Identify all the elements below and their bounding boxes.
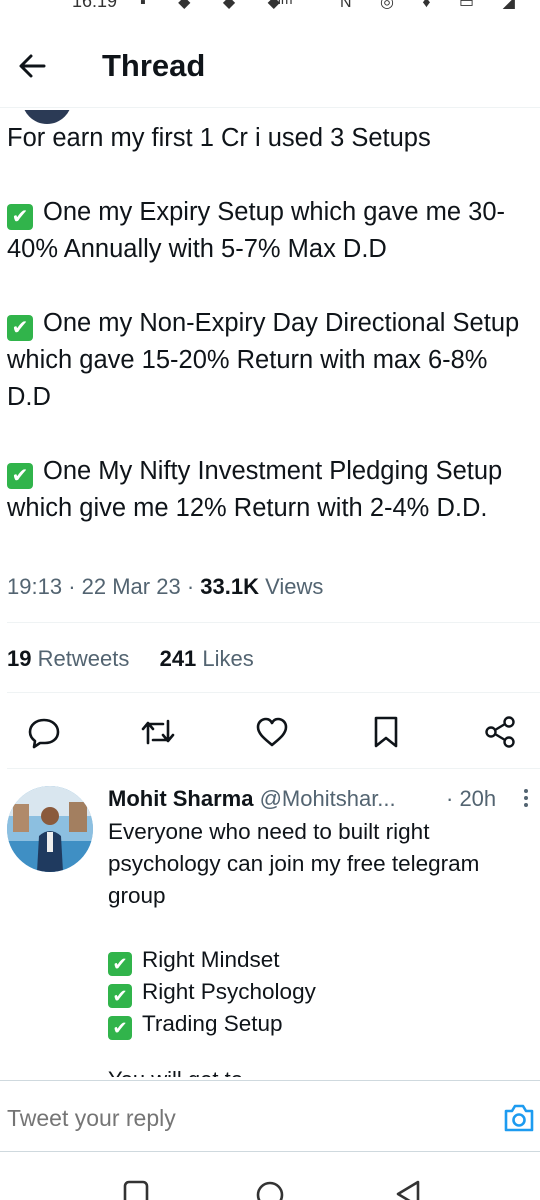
more-vertical-icon [524, 789, 528, 807]
retweet-button[interactable] [138, 712, 178, 752]
tweet-point: ✔ One My Nifty Investment Pledging Setup … [7, 457, 503, 522]
back-nav-button[interactable] [388, 1178, 428, 1200]
status-right-icons: N ◎ ♦ ▭ ◢ ▮ [340, 0, 540, 11]
recent-apps-button[interactable] [116, 1178, 156, 1200]
recent-apps-icon [123, 1180, 149, 1200]
avatar-photo [7, 786, 93, 872]
status-carrier: elm [270, 0, 293, 7]
status-bar: 16:19 ▪ ◆ ◆ ◆ elm N ◎ ♦ ▭ ◢ ▮ [0, 0, 540, 14]
divider [7, 768, 540, 769]
tweet-text: For earn my first 1 Cr i used 3 Setups ✔… [7, 120, 527, 527]
tweet-intro: For earn my first 1 Cr i used 3 Setups [7, 124, 431, 152]
arrow-left-icon [19, 54, 46, 78]
reply-point: ✔ Trading Setup [108, 1008, 528, 1040]
reply-composer [0, 1080, 540, 1152]
divider [7, 622, 540, 623]
reply-time[interactable]: · 20h [446, 786, 496, 812]
share-button[interactable] [480, 712, 520, 752]
like-button[interactable] [252, 712, 292, 752]
check-emoji-icon: ✔ [7, 315, 33, 341]
reply-input[interactable] [7, 1105, 447, 1132]
status-time: 16:19 [72, 0, 118, 11]
reply-point: ✔ Right Mindset [108, 944, 528, 976]
like-icon [256, 717, 288, 747]
check-emoji-icon: ✔ [108, 1016, 132, 1040]
share-icon [485, 716, 515, 748]
reply-text: Everyone who need to built right psychol… [108, 816, 528, 1040]
back-button[interactable] [14, 50, 50, 82]
tweet-meta: 19:13 · 22 Mar 23 · 33.1K Views [7, 574, 324, 599]
views-label: Views [265, 574, 324, 599]
reply-icon [28, 718, 60, 749]
tweet-point: ✔ One my Expiry Setup which gave me 30-40… [7, 198, 506, 263]
tweet-point: ✔ One my Non-Expiry Day Directional Setup… [7, 309, 520, 411]
retweets-stat[interactable]: 19 Retweets [7, 646, 129, 671]
reply-cutoff-text: You will get to [108, 1067, 243, 1077]
system-nav-bar [0, 1152, 540, 1200]
tweet-stats: 19 Retweets 241 Likes [7, 646, 254, 672]
avatar[interactable] [7, 786, 93, 872]
camera-icon [504, 1104, 534, 1132]
divider [7, 692, 540, 693]
reply-handle: @Mohitshar... [259, 786, 396, 811]
camera-button[interactable] [502, 1103, 536, 1133]
home-icon [256, 1181, 284, 1200]
check-emoji-icon: ✔ [7, 204, 33, 230]
bookmark-icon [374, 716, 398, 748]
reply-tweet[interactable]: Mohit Sharma @Mohitshar... · 20h Everyon… [0, 770, 540, 1080]
tweet-date[interactable]: 22 Mar 23 [82, 574, 181, 599]
reply-name: Mohit Sharma [108, 786, 254, 811]
views-count: 33.1K [200, 574, 259, 599]
back-triangle-icon [396, 1180, 420, 1200]
likes-stat[interactable]: 241 Likes [160, 646, 254, 671]
check-emoji-icon: ✔ [108, 984, 132, 1008]
reply-button[interactable] [24, 712, 64, 752]
check-emoji-icon: ✔ [108, 952, 132, 976]
thread-header: Thread [0, 14, 540, 124]
reply-point: ✔ Right Psychology [108, 976, 528, 1008]
tweet-time[interactable]: 19:13 [7, 574, 62, 599]
page-title: Thread [102, 48, 206, 83]
bookmark-button[interactable] [366, 712, 406, 752]
tweet-actions [0, 712, 540, 752]
check-emoji-icon: ✔ [7, 463, 33, 489]
home-button[interactable] [250, 1178, 290, 1200]
more-options-button[interactable] [519, 786, 533, 814]
reply-author[interactable]: Mohit Sharma @Mohitshar... [108, 786, 396, 812]
retweet-icon [141, 719, 175, 745]
